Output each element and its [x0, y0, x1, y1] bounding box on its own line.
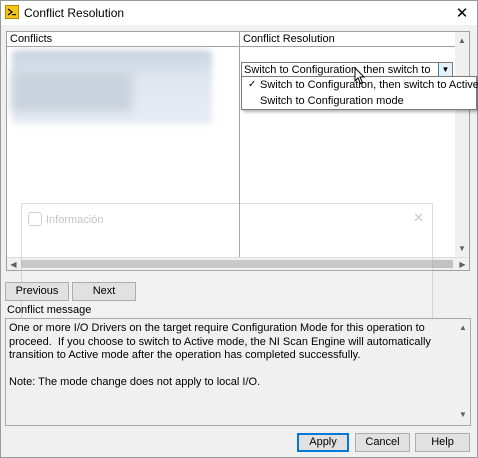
column-header-conflict-resolution[interactable]: Conflict Resolution — [240, 32, 456, 47]
column-header-conflicts[interactable]: Conflicts — [7, 32, 239, 47]
conflict-resolution-window: Conflict Resolution ✕ Conflicts Conflict… — [0, 0, 478, 458]
ghost-close-icon: ✕ — [413, 210, 424, 225]
checkmark-icon: ✓ — [248, 79, 257, 90]
scroll-down-icon[interactable]: ▼ — [455, 242, 469, 256]
dropdown-option-label: Switch to Configuration mode — [260, 95, 404, 107]
title-bar: Conflict Resolution ✕ — [1, 1, 477, 25]
app-icon — [5, 5, 19, 19]
next-button[interactable]: Next — [72, 282, 136, 301]
info-icon — [28, 212, 42, 226]
scroll-up-icon[interactable]: ▲ — [456, 321, 470, 335]
blurred-conflict-detail — [12, 72, 132, 112]
help-button[interactable]: Help — [415, 433, 470, 452]
resolution-combo-value: Switch to Configuration, then switch to — [244, 64, 431, 76]
chevron-down-icon[interactable]: ▼ — [438, 63, 452, 76]
scroll-up-icon[interactable]: ▲ — [455, 34, 469, 48]
dropdown-option-label: Switch to Configuration, then switch to … — [260, 79, 478, 91]
previous-button[interactable]: Previous — [5, 282, 69, 301]
conflict-message-box: One or more I/O Drivers on the target re… — [5, 318, 471, 426]
conflict-message-label: Conflict message — [7, 304, 92, 316]
scroll-down-icon[interactable]: ▼ — [456, 408, 470, 422]
conflict-message-text: One or more I/O Drivers on the target re… — [9, 322, 431, 389]
table-vertical-scrollbar[interactable]: ▲ ▼ — [455, 32, 469, 258]
close-icon[interactable]: ✕ — [447, 1, 477, 25]
message-scrollbar[interactable]: ▲ ▼ — [456, 319, 470, 425]
window-title: Conflict Resolution — [24, 6, 125, 20]
ghost-dialog-title: Información — [46, 214, 104, 226]
apply-button[interactable]: Apply — [297, 433, 349, 452]
mouse-pointer-icon — [354, 67, 366, 85]
scroll-left-icon[interactable]: ◀ — [7, 258, 20, 271]
dropdown-option-configuration-mode[interactable]: Switch to Configuration mode — [242, 93, 476, 109]
resolution-combo[interactable]: Switch to Configuration, then switch to … — [241, 62, 453, 77]
cancel-button[interactable]: Cancel — [355, 433, 410, 452]
scroll-right-icon[interactable]: ▶ — [456, 258, 469, 271]
